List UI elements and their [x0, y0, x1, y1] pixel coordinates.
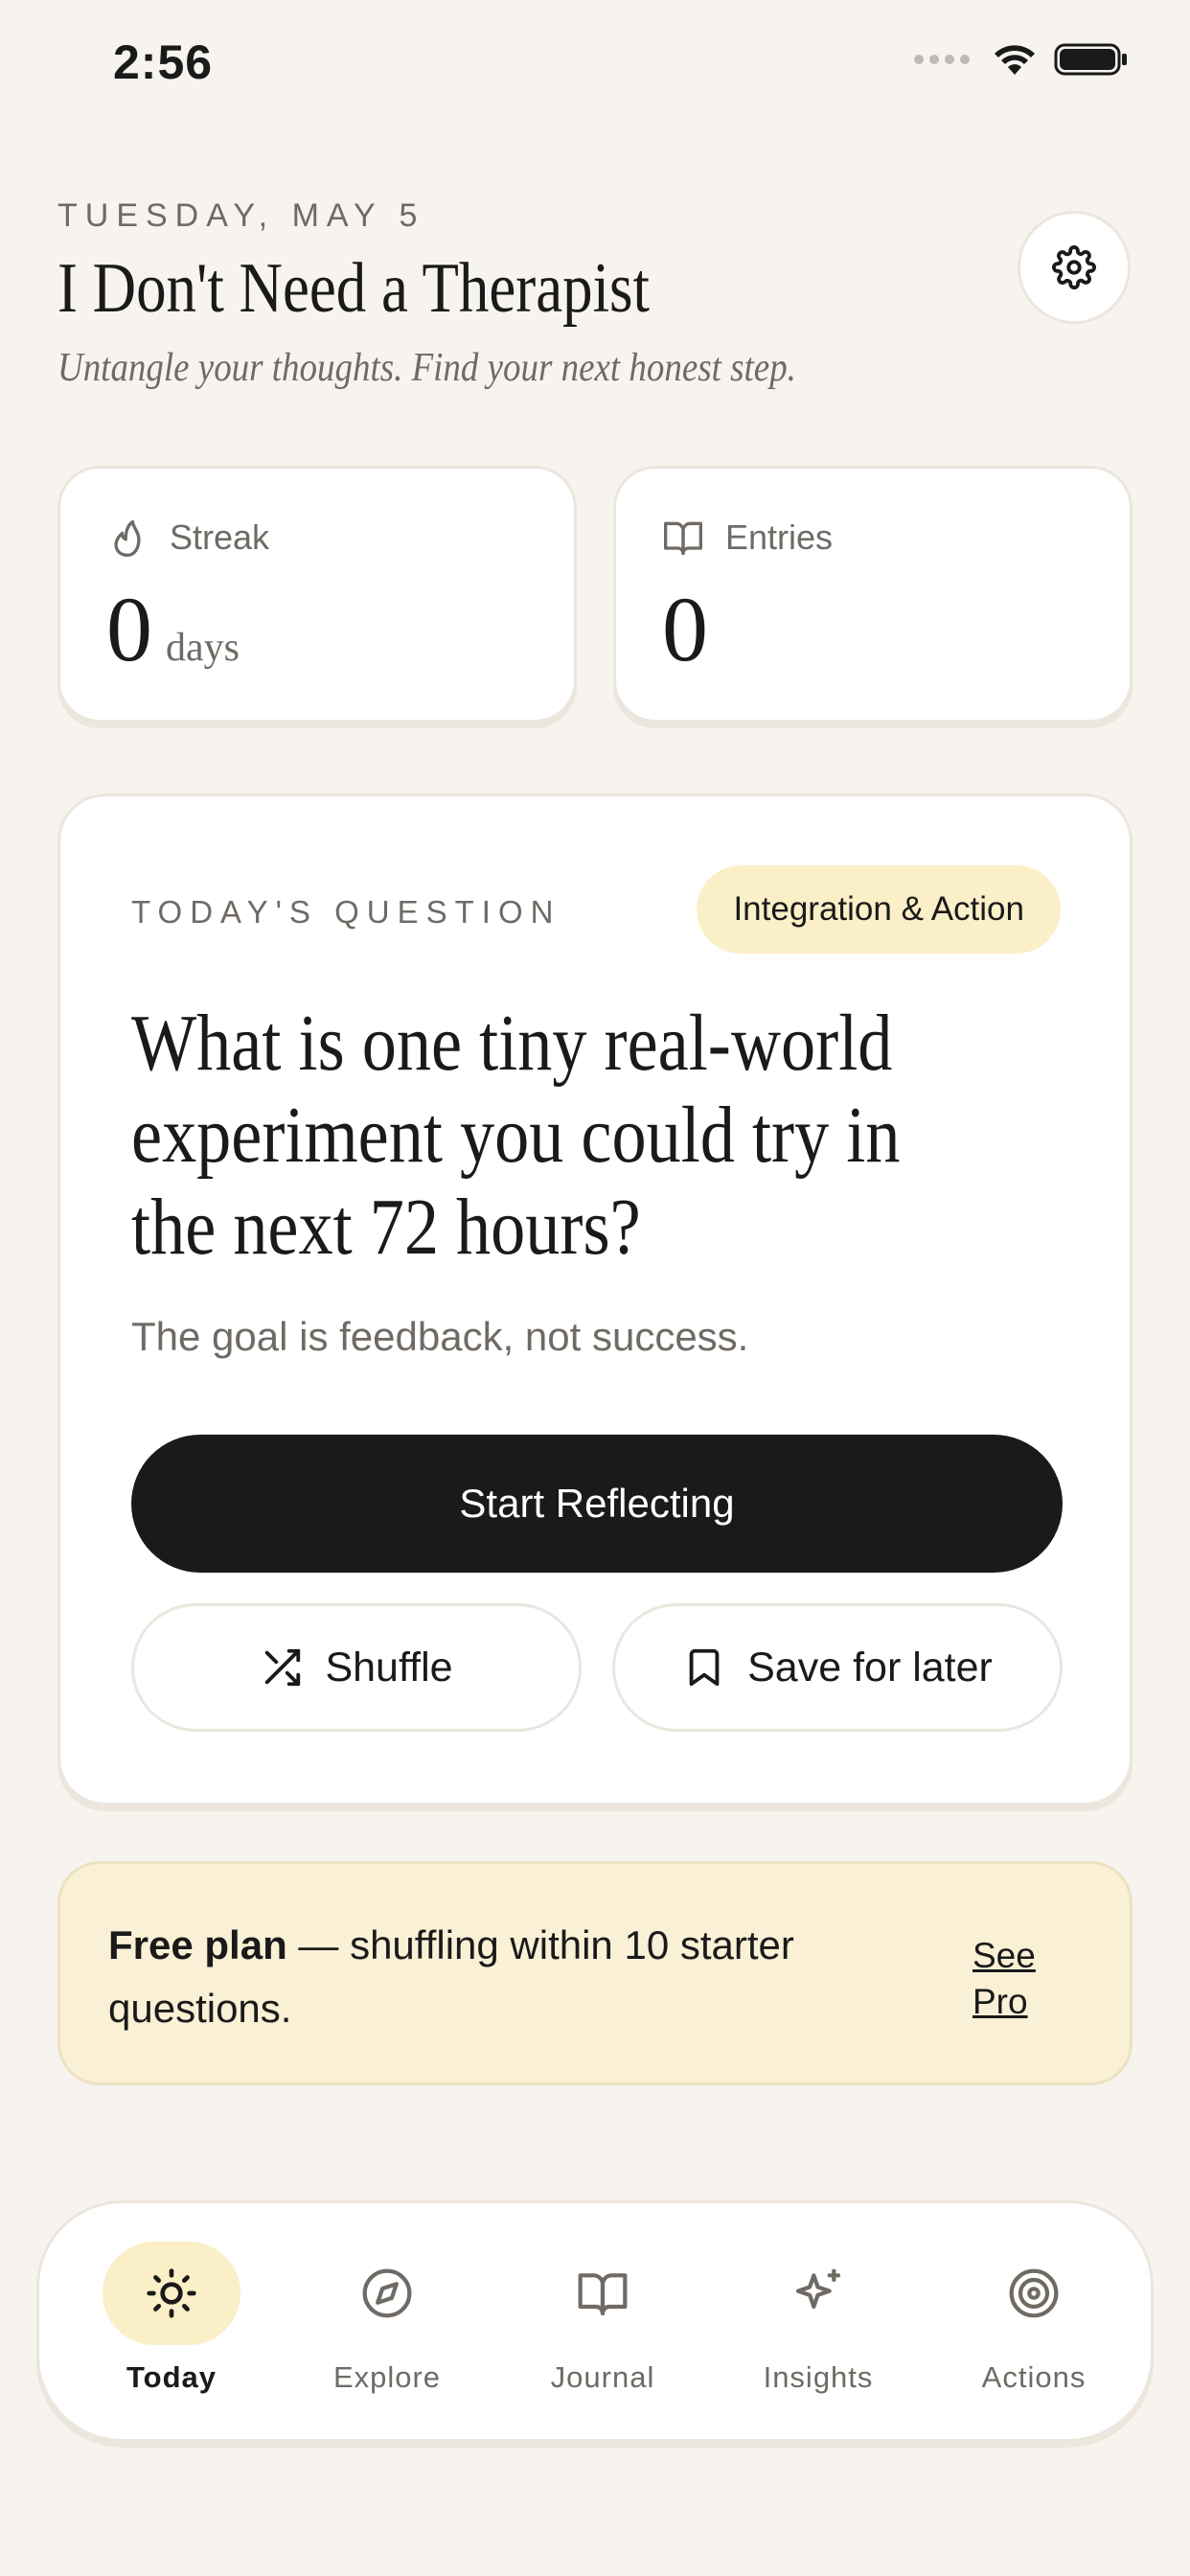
free-plan-banner: Free plan — shuffling within 10 starter … — [57, 1861, 1133, 2085]
page-subtitle: Untangle your thoughts. Find your next h… — [57, 346, 796, 390]
tab-journal-icon-wrap — [534, 2242, 672, 2345]
question-label: TODAY'S QUESTION — [131, 894, 561, 930]
settings-button[interactable] — [1018, 211, 1131, 324]
tab-explore-icon-wrap — [318, 2242, 456, 2345]
shuffle-label: Shuffle — [325, 1644, 453, 1690]
entries-label: Entries — [725, 518, 834, 557]
save-label: Save for later — [747, 1644, 993, 1690]
entries-header: Entries — [662, 517, 833, 559]
book-open-icon — [664, 521, 702, 556]
battery-icon — [1054, 43, 1127, 76]
category-badge: Integration & Action — [697, 865, 1061, 954]
question-text: What is one tiny real-world experiment y… — [131, 999, 901, 1272]
streak-value: 0 — [106, 578, 152, 680]
streak-value-group: 0 days — [106, 576, 240, 682]
tab-insights-icon-wrap — [749, 2242, 887, 2345]
plan-bold: Free plan — [108, 1922, 287, 1967]
flame-icon — [114, 519, 141, 557]
tab-actions-label: Actions — [981, 2360, 1087, 2394]
plan-text: Free plan — shuffling within 10 starter … — [108, 1914, 894, 2040]
tab-insights-label: Insights — [763, 2360, 874, 2394]
question-card: TODAY'S QUESTION Integration & Action Wh… — [57, 794, 1133, 1806]
streak-card: Streak 0 days — [57, 466, 577, 723]
signal-icon — [914, 55, 970, 64]
book-icon — [578, 2273, 628, 2316]
question-hint: The goal is feedback, not success. — [131, 1314, 749, 1359]
shuffle-button[interactable]: Shuffle — [131, 1603, 582, 1732]
status-time: 2:56 — [113, 35, 214, 89]
sun-icon — [147, 2268, 196, 2318]
date-label: TUESDAY, MAY 5 — [57, 197, 425, 234]
tab-explore-label: Explore — [332, 2360, 442, 2394]
entries-value-group: 0 — [662, 576, 708, 682]
tab-today[interactable]: Today — [76, 2242, 267, 2414]
tab-journal-label: Journal — [550, 2360, 655, 2394]
compass-icon — [362, 2268, 412, 2318]
tab-actions[interactable]: Actions — [938, 2242, 1130, 2414]
bottom-tab-bar: Today Explore Journal Insights Actions — [36, 2200, 1154, 2442]
page-title: I Don't Need a Therapist — [57, 249, 651, 328]
tab-actions-icon-wrap — [965, 2242, 1103, 2345]
tab-explore[interactable]: Explore — [291, 2242, 483, 2414]
streak-header: Streak — [106, 517, 269, 559]
tab-journal[interactable]: Journal — [507, 2242, 698, 2414]
shuffle-icon — [265, 1648, 301, 1687]
see-pro-link[interactable]: See Pro — [973, 1933, 1059, 2025]
bookmark-icon — [689, 1648, 720, 1687]
tab-today-label: Today — [126, 2360, 217, 2394]
entries-card: Entries 0 — [613, 466, 1133, 723]
status-indicators — [914, 42, 1129, 77]
tab-today-icon-wrap — [103, 2242, 240, 2345]
target-icon — [1009, 2268, 1059, 2318]
sparkle-icon — [795, 2268, 841, 2310]
start-reflecting-button[interactable]: Start Reflecting — [131, 1435, 1063, 1573]
entries-value: 0 — [662, 578, 708, 680]
header: TUESDAY, MAY 5 I Don't Need a Therapist … — [57, 197, 1133, 391]
save-for-later-button[interactable]: Save for later — [612, 1603, 1063, 1732]
gear-icon — [1052, 245, 1096, 289]
streak-unit: days — [166, 626, 240, 670]
tab-insights[interactable]: Insights — [722, 2242, 914, 2414]
wifi-icon — [995, 45, 1035, 75]
streak-label: Streak — [170, 518, 270, 557]
status-bar: 2:56 — [0, 0, 1190, 134]
